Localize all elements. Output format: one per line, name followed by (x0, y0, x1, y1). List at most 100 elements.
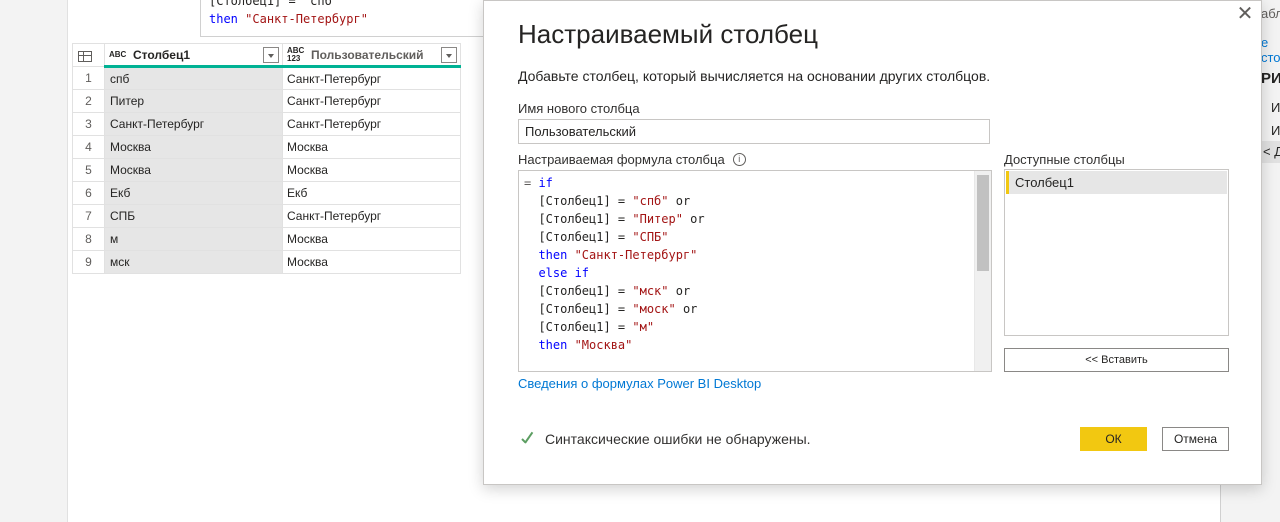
formula-line: = if (524, 174, 705, 192)
cell-stolbets1[interactable]: Питер (104, 89, 283, 113)
insert-button[interactable]: << Вставить (1004, 348, 1229, 372)
cell-stolbets1[interactable]: Екб (104, 181, 283, 205)
cell-custom[interactable]: Москва (282, 250, 461, 274)
cell-custom[interactable]: Москва (282, 227, 461, 251)
column-header-custom[interactable]: ABC 123 Пользовательский (282, 43, 461, 68)
formula-line: [Столбец1] = "моск" or (524, 300, 705, 318)
formula-token: "мск" (632, 284, 669, 298)
formula-bar[interactable]: [Столбец1] = "спб" then "Санкт-Петербург… (200, 0, 500, 37)
cell-custom[interactable]: Екб (282, 181, 461, 205)
cell-custom[interactable]: Санкт-Петербург (282, 204, 461, 228)
formula-token: then (524, 248, 568, 262)
applied-step[interactable]: И (1271, 100, 1280, 115)
formula-token: "Санкт-Петербург" (567, 248, 698, 262)
available-column-item[interactable]: Столбец1 (1006, 171, 1227, 194)
formula-line: [Столбец1] = "м" (524, 318, 705, 336)
available-columns-list[interactable]: Столбец1 (1004, 169, 1229, 336)
formula-token: "СПБ" (632, 230, 669, 244)
cell-stolbets1[interactable]: СПБ (104, 204, 283, 228)
row-number[interactable]: 5 (72, 158, 105, 182)
row-number[interactable]: 9 (72, 250, 105, 274)
column-header-stolbets1[interactable]: ABC Столбец1 (104, 43, 283, 68)
ok-button[interactable]: ОК (1080, 427, 1147, 451)
data-grid: ABC Столбец1 ABC 123 Пользовательский 1с… (72, 43, 461, 274)
applied-step-selected[interactable]: < Д (1259, 141, 1280, 163)
cell-stolbets1[interactable]: Москва (104, 135, 283, 159)
row-number[interactable]: 8 (72, 227, 105, 251)
grid-corner[interactable] (72, 43, 105, 67)
table-row[interactable]: 4 Москва Москва (72, 135, 461, 159)
table-row[interactable]: 2 Питер Санкт-Петербург (72, 89, 461, 113)
grid-body: 1 спб Санкт-Петербург 2 Питер Санкт-Петербург… (72, 66, 461, 274)
table-row[interactable]: 3 Санкт-Петербург Санкт-Петербург (72, 112, 461, 136)
formula-token: or (682, 212, 705, 226)
formula-token: then (524, 338, 568, 352)
table-row[interactable]: 5 Москва Москва (72, 158, 461, 182)
cell-custom[interactable]: Санкт-Петербург (282, 89, 461, 113)
cancel-button[interactable]: Отмена (1162, 427, 1229, 451)
cell-stolbets1[interactable]: мск (104, 250, 283, 274)
cell-stolbets1[interactable]: м (104, 227, 283, 251)
formula-code[interactable]: = if [Столбец1] = "спб" or [Столбец1] = … (524, 174, 705, 354)
learn-formulas-link[interactable]: Сведения о формулах Power BI Desktop (518, 376, 761, 391)
formula-token: [Столбец1] = (524, 302, 633, 316)
applied-step-label: Д (1274, 144, 1280, 159)
grid-header-row: ABC Столбец1 ABC 123 Пользовательский (72, 43, 461, 68)
dialog-description: Добавьте столбец, который вычисляется на… (518, 68, 991, 84)
formula-scrollbar[interactable] (974, 171, 991, 371)
row-number[interactable]: 6 (72, 181, 105, 205)
column-filter-dropdown-icon[interactable] (263, 46, 279, 63)
formula-line: [Столбец1] = "спб" or (524, 192, 705, 210)
cell-stolbets1[interactable]: Санкт-Петербург (104, 112, 283, 136)
formula-line: [Столбец1] = "СПБ" (524, 228, 705, 246)
row-number[interactable]: 4 (72, 135, 105, 159)
new-column-name-input[interactable] (518, 119, 990, 144)
row-number[interactable]: 3 (72, 112, 105, 136)
column-header-name: Столбец1 (133, 47, 191, 62)
formula-bar-line-1: [Столбец1] = "спб" (209, 0, 340, 8)
cell-custom[interactable]: Санкт-Петербург (282, 66, 461, 90)
row-number[interactable]: 7 (72, 204, 105, 228)
formula-token: "Питер" (632, 212, 683, 226)
table-icon[interactable] (78, 50, 92, 62)
available-columns-label: Доступные столбцы (1004, 152, 1125, 167)
applied-step[interactable]: И (1271, 123, 1280, 138)
cell-custom[interactable]: Санкт-Петербург (282, 112, 461, 136)
row-number[interactable]: 2 (72, 89, 105, 113)
panel-link[interactable]: е сто (1261, 35, 1280, 65)
formula-token: "м" (632, 320, 655, 334)
formula-label-text: Настраиваемая формула столбца (518, 152, 725, 167)
panel-text: абл (1261, 6, 1280, 21)
cell-stolbets1[interactable]: Москва (104, 158, 283, 182)
table-row[interactable]: 6 Екб Екб (72, 181, 461, 205)
syntax-status-text: Синтаксические ошибки не обнаружены. (545, 431, 811, 447)
formula-token: [Столбец1] = (524, 320, 633, 334)
column-header-name: Пользовательский (311, 47, 424, 62)
text-type-icon[interactable]: ABC (109, 50, 129, 59)
formula-line: [Столбец1] = "Питер" or (524, 210, 705, 228)
formula-scrollbar-thumb[interactable] (977, 175, 989, 271)
cell-custom[interactable]: Москва (282, 158, 461, 182)
close-icon[interactable]: ✕ (1235, 4, 1255, 24)
column-filter-dropdown-icon[interactable] (441, 46, 457, 63)
formula-bar-string: "Санкт-Петербург" (245, 12, 368, 26)
table-row[interactable]: 9 мск Москва (72, 250, 461, 274)
any-type-icon[interactable]: ABC 123 (287, 46, 307, 63)
table-row[interactable]: 8 м Москва (72, 227, 461, 251)
info-icon[interactable]: i (732, 153, 746, 166)
cell-custom[interactable]: Москва (282, 135, 461, 159)
cell-stolbets1[interactable]: спб (104, 66, 283, 90)
table-row[interactable]: 1 спб Санкт-Петербург (72, 66, 461, 90)
formula-token: [Столбец1] = (524, 194, 633, 208)
custom-column-dialog: ✕ Настраиваемый столбец Добавьте столбец… (483, 0, 1262, 485)
new-column-name-label: Имя нового столбца (518, 101, 640, 116)
formula-label: Настраиваемая формула столбца i (518, 152, 746, 167)
formula-token: or (668, 284, 691, 298)
formula-line: else if (524, 264, 705, 282)
formula-token: [Столбец1] = (524, 212, 633, 226)
formula-editor[interactable]: = if [Столбец1] = "спб" or [Столбец1] = … (518, 170, 992, 372)
formula-token: = (524, 176, 539, 190)
table-row[interactable]: 7 СПБ Санкт-Петербург (72, 204, 461, 228)
row-number[interactable]: 1 (72, 66, 105, 90)
formula-token: "спб" (632, 194, 669, 208)
